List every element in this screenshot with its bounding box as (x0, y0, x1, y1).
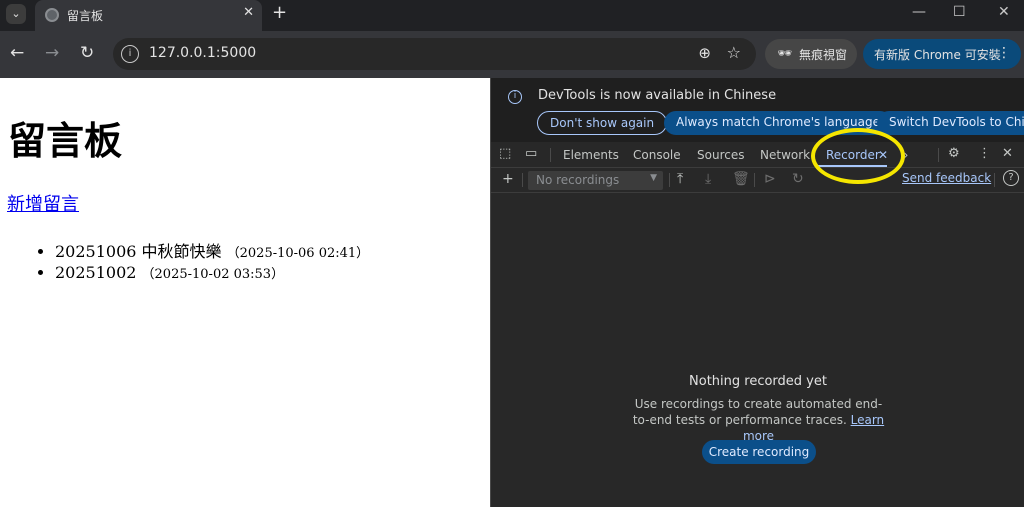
back-arrow-icon[interactable]: ← (10, 43, 24, 63)
update-chrome-button[interactable]: 有新版 Chrome 可安裝 ⋮ (863, 39, 1021, 69)
banner-message: DevTools is now available in Chinese (538, 88, 777, 103)
export-download-icon[interactable]: ⤓ (705, 171, 711, 187)
address-bar[interactable]: i 127.0.0.1:5000 ⊕ ☆ (113, 38, 756, 70)
tab-network[interactable]: Network (760, 148, 810, 162)
devtools-panel: i DevTools is now available in Chinese D… (490, 78, 1024, 507)
tab-title: 留言板 (67, 9, 104, 23)
url-text[interactable]: 127.0.0.1:5000 (149, 45, 256, 61)
new-tab-plus-icon[interactable]: + (272, 2, 287, 23)
post-timestamp: （2025-10-02 03:53） (141, 267, 285, 282)
post-title: 20251006 中秋節快樂 (55, 242, 222, 261)
devtools-tab-bar: ⬚ ▭ Elements Console Sources Network Rec… (491, 142, 1024, 168)
site-info-icon[interactable]: i (121, 45, 139, 63)
close-tab-icon[interactable]: ✕ (878, 148, 888, 162)
bookmark-star-icon[interactable]: ☆ (727, 43, 741, 62)
divider (522, 173, 523, 187)
tab-console[interactable]: Console (633, 148, 681, 162)
delete-trash-icon[interactable]: 🗑 (732, 171, 750, 187)
incognito-indicator[interactable]: 🕶 無痕視窗 (765, 39, 857, 69)
post-timestamp: （2025-10-06 02:41） (226, 246, 370, 261)
dont-show-again-button[interactable]: Don't show again (537, 111, 668, 135)
dropdown-arrow-icon: ▼ (650, 173, 657, 183)
switch-language-button[interactable]: Switch DevTools to Chinese (877, 111, 1024, 135)
update-label: 有新版 Chrome 可安裝 (874, 48, 1001, 62)
tab-elements[interactable]: Elements (563, 148, 619, 162)
more-vert-icon[interactable]: ⋮ (997, 45, 1011, 61)
list-item: 20251006 中秋節快樂 （2025-10-06 02:41） (55, 238, 369, 263)
globe-icon (45, 8, 59, 22)
browser-toolbar: ← → ↻ i 127.0.0.1:5000 ⊕ ☆ 🕶 無痕視窗 有新版 Ch… (0, 31, 1024, 78)
recordings-select-value: No recordings (536, 173, 620, 187)
empty-state-text: Use recordings to create automated end-t… (632, 397, 883, 427)
create-recording-button[interactable]: Create recording (702, 440, 816, 464)
page-title: 留言板 (8, 119, 123, 163)
minimize-icon[interactable]: — (912, 4, 926, 20)
add-recording-plus-icon[interactable]: + (502, 171, 514, 187)
tab-recorder[interactable]: Recorder (826, 148, 880, 162)
divider (754, 173, 755, 187)
tab-sources[interactable]: Sources (697, 148, 744, 162)
reload-icon[interactable]: ↻ (80, 43, 94, 63)
language-banner: i DevTools is now available in Chinese D… (491, 78, 1024, 142)
window-close-icon[interactable]: ✕ (998, 4, 1010, 20)
web-page: 留言板 新增留言 20251006 中秋節快樂 （2025-10-06 02:4… (0, 78, 490, 507)
active-tab-indicator (817, 165, 887, 167)
tab-search-chevron-icon[interactable]: ⌄ (6, 4, 26, 24)
device-toolbar-icon[interactable]: ▭ (525, 146, 537, 161)
empty-state-description: Use recordings to create automated end-t… (631, 396, 886, 444)
inspect-element-icon[interactable]: ⬚ (499, 146, 511, 161)
recorder-toolbar: + No recordings ▼ ⤒ ⤓ 🗑 ⊳ ↻ Send feedbac… (491, 168, 1024, 193)
match-language-button[interactable]: Always match Chrome's language (664, 111, 892, 135)
divider (669, 173, 670, 187)
zoom-icon[interactable]: ⊕ (698, 44, 711, 62)
divider (550, 148, 551, 162)
send-feedback-link[interactable]: Send feedback (902, 171, 991, 185)
recordings-select[interactable]: No recordings ▼ (528, 171, 663, 190)
browser-tab[interactable]: 留言板 ✕ (35, 0, 262, 31)
close-devtools-icon[interactable]: ✕ (1002, 146, 1013, 161)
tab-close-icon[interactable]: ✕ (243, 5, 254, 20)
maximize-icon[interactable]: ☐ (953, 4, 966, 20)
incognito-icon: 🕶 (777, 46, 793, 60)
more-vert-icon[interactable]: ⋮ (978, 146, 991, 161)
incognito-label: 無痕視窗 (799, 48, 848, 62)
replay-loop-icon[interactable]: ↻ (792, 171, 804, 187)
new-post-link[interactable]: 新增留言 (7, 190, 79, 216)
help-icon[interactable]: ? (1003, 170, 1019, 186)
post-title: 20251002 (55, 263, 137, 282)
more-tabs-chevron-icon[interactable]: » (901, 148, 908, 162)
post-list: 20251006 中秋節快樂 （2025-10-06 02:41） 202510… (35, 238, 369, 288)
forward-arrow-icon[interactable]: → (45, 43, 59, 63)
tab-strip: ⌄ 留言板 ✕ + — ☐ ✕ (0, 0, 1024, 31)
divider (994, 173, 995, 187)
settings-gear-icon[interactable]: ⚙ (948, 146, 960, 161)
replay-play-icon[interactable]: ⊳ (764, 171, 776, 187)
info-icon: i (508, 90, 522, 104)
import-upload-icon[interactable]: ⤒ (677, 171, 683, 187)
empty-state-title: Nothing recorded yet (689, 374, 827, 389)
list-item: 20251002 （2025-10-02 03:53） (55, 263, 369, 288)
divider (938, 148, 939, 162)
